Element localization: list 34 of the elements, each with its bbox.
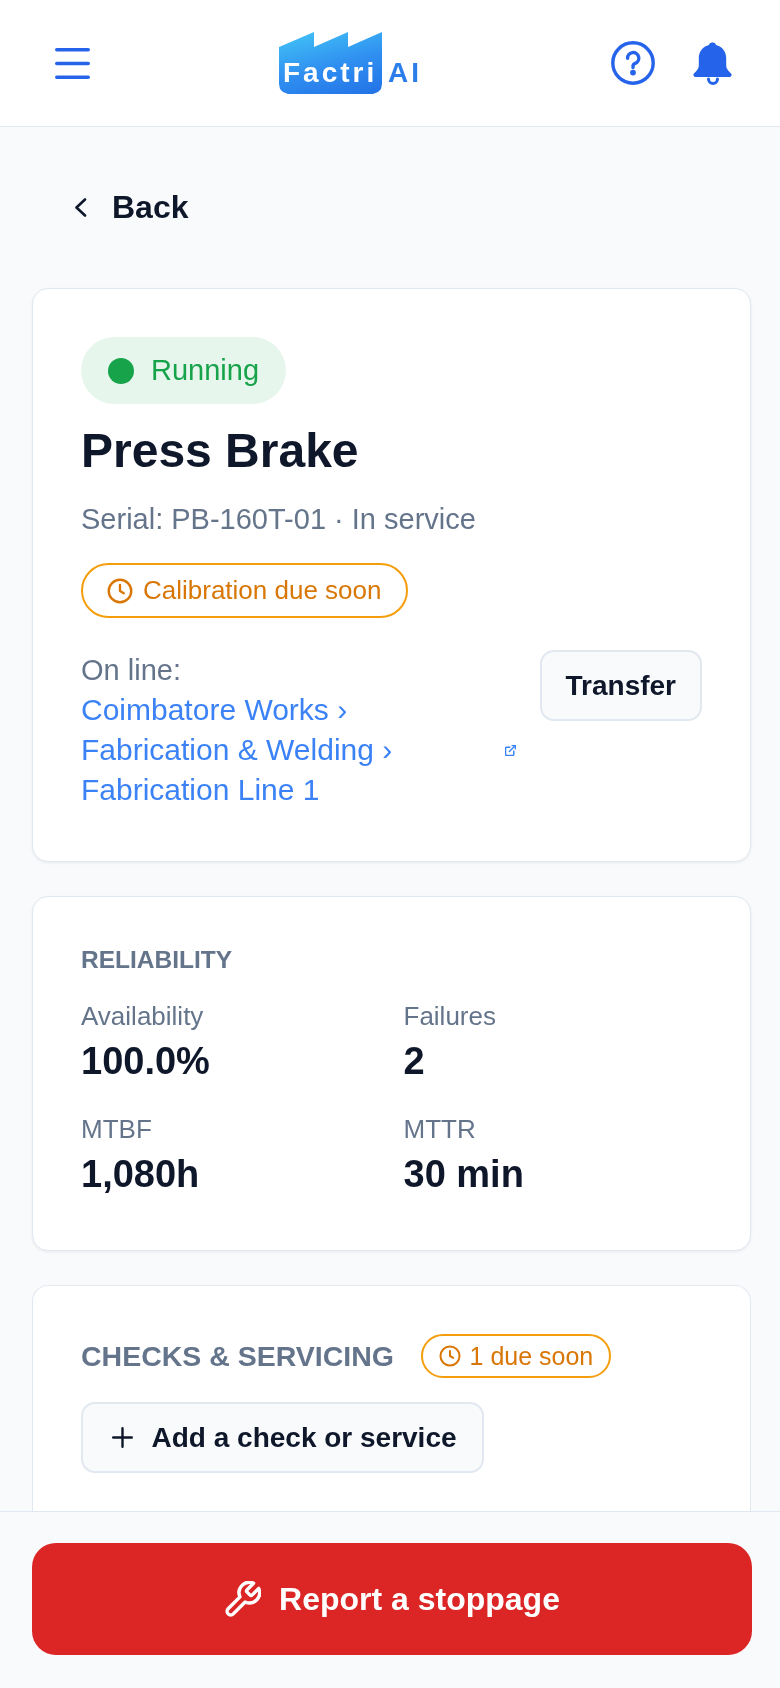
clock-icon bbox=[438, 1345, 461, 1367]
due-text: 1 due soon bbox=[469, 1341, 594, 1371]
report-stoppage-button[interactable]: Report a stoppage bbox=[32, 1543, 752, 1655]
add-check-button[interactable]: Add a check or service bbox=[81, 1402, 484, 1473]
logo-badge: Factri bbox=[279, 32, 382, 94]
metric-value: 2 bbox=[403, 1038, 425, 1084]
back-link[interactable]: Back bbox=[74, 187, 189, 227]
section-title: RELIABILITY bbox=[81, 945, 233, 975]
asset-subtitle: Serial: PB-160T-01 · In service bbox=[81, 502, 476, 537]
logo-text: AI bbox=[388, 59, 422, 90]
metric-value: 100.0% bbox=[81, 1038, 210, 1084]
metric-label: Availability bbox=[81, 999, 204, 1032]
chevron-left-icon bbox=[74, 197, 87, 217]
menu-icon[interactable] bbox=[55, 47, 90, 79]
plus-icon bbox=[112, 1427, 133, 1448]
asset-title: Press Brake bbox=[81, 423, 359, 479]
help-icon[interactable] bbox=[611, 41, 655, 85]
metric-value: 1,080h bbox=[81, 1151, 200, 1197]
breadcrumb-link[interactable]: Fabrication Line 1 bbox=[81, 770, 320, 810]
section-title: CHECKS & SERVICING bbox=[81, 1339, 395, 1374]
location-label: On line: bbox=[81, 653, 181, 688]
external-link-icon bbox=[504, 744, 516, 756]
transfer-button[interactable]: Transfer bbox=[539, 650, 702, 721]
metric-label: MTBF bbox=[81, 1112, 152, 1145]
breadcrumb-link[interactable]: Coimbatore Works › bbox=[81, 690, 348, 730]
wrench-icon bbox=[223, 1580, 261, 1618]
alert-text: Calibration due soon bbox=[143, 574, 382, 607]
metric-value: 30 min bbox=[403, 1151, 524, 1197]
breadcrumb-link[interactable]: Fabrication & Welding › bbox=[81, 730, 393, 770]
clock-icon bbox=[107, 577, 133, 604]
metric-label: Failures bbox=[403, 999, 496, 1032]
metric-label: MTTR bbox=[403, 1112, 476, 1145]
status-text: Running bbox=[151, 353, 260, 388]
bell-icon[interactable] bbox=[693, 41, 733, 85]
